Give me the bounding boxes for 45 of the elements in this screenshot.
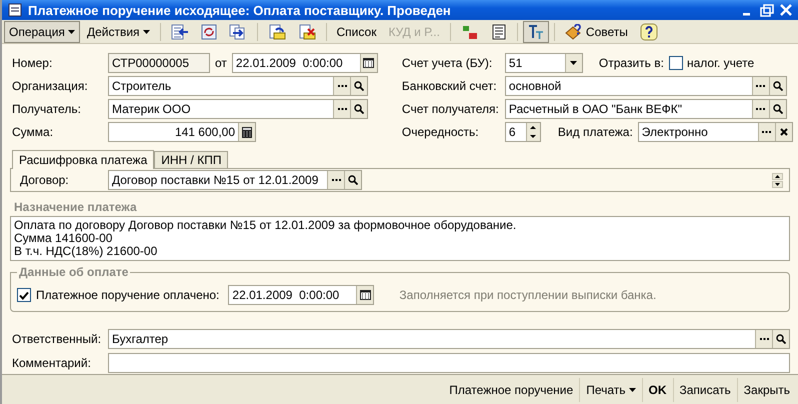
field-label: Банковский счет: <box>400 79 498 93</box>
account-dropdown[interactable]: 51 <box>504 53 583 73</box>
field-label: Счет учета (БУ): <box>400 56 494 70</box>
field-label: Комментарий: <box>11 356 92 370</box>
section-title: Назначение платежа <box>14 200 138 214</box>
field-label: Получатель: <box>11 102 82 116</box>
window-title: Платежное поручение исходящее: Оплата поставщику. Проведен <box>28 2 452 18</box>
contract-field[interactable]: Договор поставки №15 от 12.01.2009 <box>108 170 362 190</box>
organization-field[interactable]: Строитель <box>108 76 368 96</box>
toolbar-button[interactable]: Список <box>332 20 382 42</box>
menu-button[interactable]: Печать <box>579 378 642 402</box>
tab[interactable]: Расшифровка платежа <box>12 150 154 169</box>
date-label: от <box>215 56 227 70</box>
reflect-label: Отразить в: <box>598 56 664 70</box>
bank-account-field[interactable]: основной <box>504 76 787 96</box>
field-label: Ответственный: <box>11 332 102 346</box>
date-field[interactable]: 22.01.2009 0:00:00 <box>232 53 378 73</box>
field-label: Очередность: <box>400 125 480 139</box>
number-field[interactable]: СТР00000005 <box>108 53 210 73</box>
group-title: Данные об оплате <box>17 265 130 280</box>
tab[interactable]: ИНН / КПП <box>154 151 228 169</box>
responsible-field[interactable]: Бухгалтер <box>108 329 790 349</box>
payment-type-field[interactable]: Электронно <box>638 122 793 142</box>
checkbox-label: Платежное поручение оплачено: <box>36 288 220 302</box>
field-label: Счет получателя: <box>400 102 500 116</box>
recipient-field[interactable]: Материк ООО <box>108 99 368 119</box>
tips-button[interactable]: Советы <box>560 20 633 42</box>
field-label: Организация: <box>11 79 89 93</box>
hint-text: Заполняется при поступлении выписки банка. <box>399 288 656 302</box>
footer-button[interactable]: Записать <box>672 378 737 402</box>
field-label: Номер: <box>11 56 54 70</box>
footer-button[interactable]: Закрыть <box>736 378 796 402</box>
field-label: Вид платежа: <box>558 125 633 139</box>
footer-button[interactable]: Платежное поручение <box>443 378 580 402</box>
menu-button[interactable]: Действия <box>82 20 155 42</box>
menu-button[interactable]: Операция <box>4 20 80 42</box>
recipient-account-field[interactable]: Расчетный в ОАО "Банк ВЕФК" <box>504 99 787 119</box>
field-label: Договор: <box>19 173 70 188</box>
purpose-text-area[interactable]: Оплата по договору Договор поставки №15 от 12.01.2009 за формовочное оборудование. Сумма 141600-00 В т.ч. НДС(18%) 21600-00 <box>10 216 790 262</box>
amount-field[interactable]: 141 600,00 <box>108 122 256 142</box>
priority-spinner[interactable]: 6 <box>504 122 541 142</box>
field-label: Сумма: <box>11 125 54 139</box>
checkbox-label: налог. учете <box>686 56 754 70</box>
ok-button[interactable]: OK <box>642 378 672 402</box>
payment-date-field[interactable]: 22.01.2009 0:00:00 <box>228 285 374 306</box>
